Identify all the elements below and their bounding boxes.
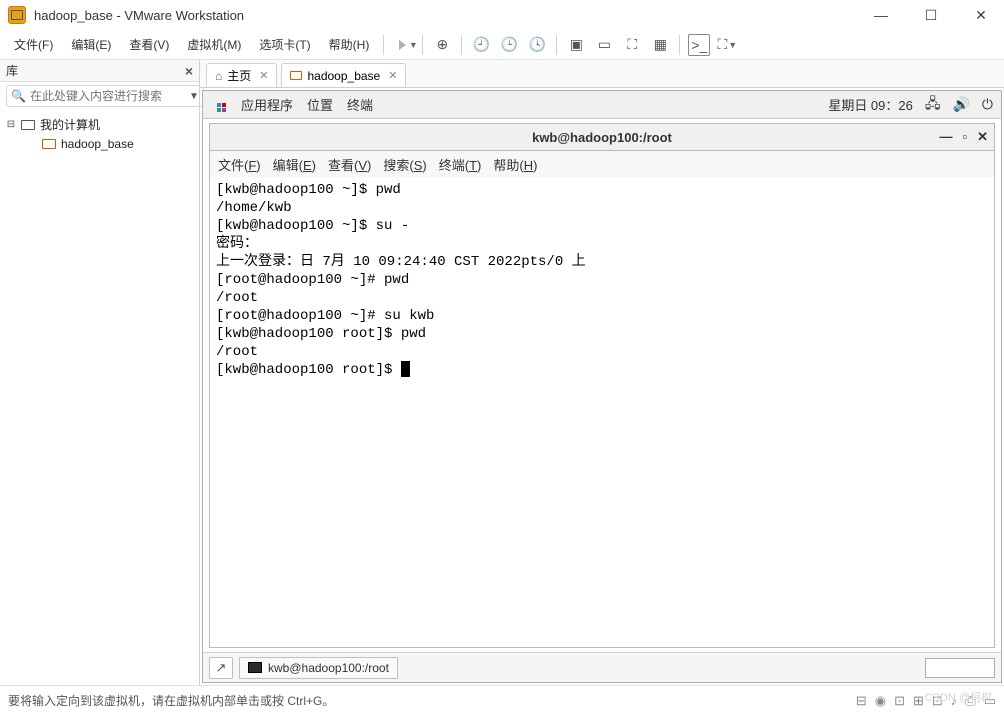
library-sidebar: 库 × 🔍 ▼ ⊟ 我的计算机 hadoop_base: [0, 60, 200, 685]
watermark: CSDN @柯权: [925, 689, 992, 705]
menu-vm[interactable]: 虚拟机(M): [181, 32, 247, 57]
manage-snapshots-icon[interactable]: 🕓: [526, 34, 548, 56]
console-view-icon[interactable]: ▣: [565, 34, 587, 56]
vm-icon: [290, 71, 302, 80]
gnome-places[interactable]: 位置: [307, 95, 333, 114]
separator: [461, 35, 462, 55]
vm-display[interactable]: 应用程序 位置 终端 星期日 09：26 🖧 🔊 ⏻ kwb@hadoop100…: [202, 90, 1002, 683]
terminal-window: kwb@hadoop100:/root — ▫ ✕ 文件(F) 编辑(E) 查看…: [209, 123, 995, 648]
activities-icon[interactable]: [211, 97, 227, 113]
tab-close-icon[interactable]: ✕: [259, 69, 268, 82]
content-area: ⌂ 主页 ✕ hadoop_base ✕ 应用程序 位置 终端 星期日 09：2…: [200, 60, 1004, 685]
separator: [383, 35, 384, 55]
menu-edit[interactable]: 编辑(E): [65, 32, 117, 57]
tree-item-label: hadoop_base: [61, 137, 134, 151]
volume-icon[interactable]: 🔊: [952, 96, 969, 113]
terminal-menubar: 文件(F) 编辑(E) 查看(V) 搜索(S) 终端(T) 帮助(H): [209, 151, 995, 177]
tab-close-icon[interactable]: ✕: [388, 69, 397, 82]
terminal-icon: [248, 662, 262, 673]
menu-file[interactable]: 文件(F): [8, 32, 59, 57]
take-snapshot-icon[interactable]: 🕘: [470, 34, 492, 56]
network-adapter-icon[interactable]: ⊞: [913, 693, 924, 709]
tab-vm-label: hadoop_base: [307, 69, 380, 83]
unity-view-icon[interactable]: ▭: [593, 34, 615, 56]
snapshot-button[interactable]: ⊕: [431, 34, 453, 56]
network-icon[interactable]: 🖧: [925, 93, 941, 117]
terminal-maximize-button[interactable]: ▫: [962, 129, 967, 145]
search-box[interactable]: 🔍 ▼: [6, 85, 204, 107]
tree-root-label: 我的计算机: [40, 116, 100, 133]
term-menu-edit[interactable]: 编辑(E): [273, 155, 316, 174]
term-menu-terminal[interactable]: 终端(T): [439, 155, 482, 174]
vm-icon: [42, 139, 56, 149]
guest-taskbar: ↗ kwb@hadoop100:/root: [203, 652, 1001, 682]
gnome-clock[interactable]: 星期日 09：26: [828, 95, 913, 114]
enter-fullscreen-button[interactable]: >_: [688, 34, 710, 56]
status-hint: 要将输入定向到该虚拟机，请在虚拟机内部单击或按 Ctrl+G。: [8, 692, 334, 709]
search-dropdown-icon[interactable]: ▼: [189, 91, 199, 102]
close-button[interactable]: ✕: [966, 7, 996, 24]
power-icon[interactable]: ⏻: [982, 96, 993, 113]
floppy-icon[interactable]: ⊡: [894, 693, 905, 709]
separator: [556, 35, 557, 55]
pause-resume-button[interactable]: ▼: [392, 34, 414, 56]
tab-home[interactable]: ⌂ 主页 ✕: [206, 63, 277, 87]
maximize-button[interactable]: ☐: [916, 7, 946, 24]
tree-root-my-computer[interactable]: ⊟ 我的计算机: [0, 114, 199, 135]
term-menu-file[interactable]: 文件(F): [218, 155, 261, 174]
home-icon: ⌂: [215, 69, 222, 83]
tabbed-view-icon[interactable]: ▦: [649, 34, 671, 56]
title-bar: hadoop_base - VMware Workstation — ☐ ✕: [0, 0, 1004, 30]
disk-icon[interactable]: ⊟: [856, 693, 867, 709]
search-icon: 🔍: [11, 89, 26, 103]
thumbnail-view-icon[interactable]: ⛶: [621, 34, 643, 56]
sidebar-close-button[interactable]: ×: [185, 63, 193, 79]
separator: [422, 35, 423, 55]
terminal-minimize-button[interactable]: —: [939, 129, 952, 145]
window-title: hadoop_base - VMware Workstation: [34, 8, 244, 23]
input-indicator: [925, 658, 995, 678]
terminal-titlebar[interactable]: kwb@hadoop100:/root — ▫ ✕: [209, 123, 995, 151]
menu-view[interactable]: 查看(V): [123, 32, 175, 57]
main-area: 库 × 🔍 ▼ ⊟ 我的计算机 hadoop_base ⌂: [0, 60, 1004, 685]
tree-item-hadoop-base[interactable]: hadoop_base: [0, 135, 199, 153]
collapse-icon[interactable]: ⊟: [6, 119, 16, 130]
tab-vm-hadoop-base[interactable]: hadoop_base ✕: [281, 63, 406, 87]
sidebar-title: 库: [6, 62, 18, 79]
gnome-terminal[interactable]: 终端: [347, 95, 373, 114]
vmware-app-icon: [8, 6, 26, 24]
minimize-button[interactable]: —: [866, 7, 896, 24]
status-bar: 要将输入定向到该虚拟机，请在虚拟机内部单击或按 Ctrl+G。 ⊟ ◉ ⊡ ⊞ …: [0, 685, 1004, 715]
terminal-close-button[interactable]: ✕: [977, 129, 988, 145]
term-menu-search[interactable]: 搜索(S): [383, 155, 426, 174]
library-tree: ⊟ 我的计算机 hadoop_base: [0, 110, 199, 685]
cd-icon[interactable]: ◉: [875, 693, 886, 709]
window-controls: — ☐ ✕: [866, 7, 996, 24]
term-menu-help[interactable]: 帮助(H): [493, 155, 537, 174]
separator: [679, 35, 680, 55]
search-input[interactable]: [30, 89, 185, 103]
menu-tabs[interactable]: 选项卡(T): [253, 32, 316, 57]
revert-snapshot-icon[interactable]: 🕒: [498, 34, 520, 56]
gnome-applications[interactable]: 应用程序: [241, 95, 293, 114]
sidebar-header: 库 ×: [0, 60, 199, 82]
tab-home-label: 主页: [227, 67, 251, 84]
terminal-title-text: kwb@hadoop100:/root: [532, 130, 672, 145]
tab-bar: ⌂ 主页 ✕ hadoop_base ✕: [200, 60, 1004, 88]
computer-icon: [21, 120, 35, 130]
term-menu-view[interactable]: 查看(V): [328, 155, 371, 174]
show-desktop-button[interactable]: ↗: [209, 657, 233, 679]
sidebar-search: 🔍 ▼: [0, 82, 199, 110]
taskbar-item-label: kwb@hadoop100:/root: [268, 661, 389, 675]
menu-help[interactable]: 帮助(H): [323, 32, 376, 57]
menu-bar: 文件(F) 编辑(E) 查看(V) 虚拟机(M) 选项卡(T) 帮助(H) ▼ …: [0, 30, 1004, 60]
terminal-body[interactable]: [kwb@hadoop100 ~]$ pwd /home/kwb [kwb@ha…: [209, 177, 995, 648]
taskbar-item-terminal[interactable]: kwb@hadoop100:/root: [239, 657, 398, 679]
stretch-guest-button[interactable]: ⛶▼: [716, 34, 738, 56]
gnome-top-bar: 应用程序 位置 终端 星期日 09：26 🖧 🔊 ⏻: [203, 91, 1001, 119]
